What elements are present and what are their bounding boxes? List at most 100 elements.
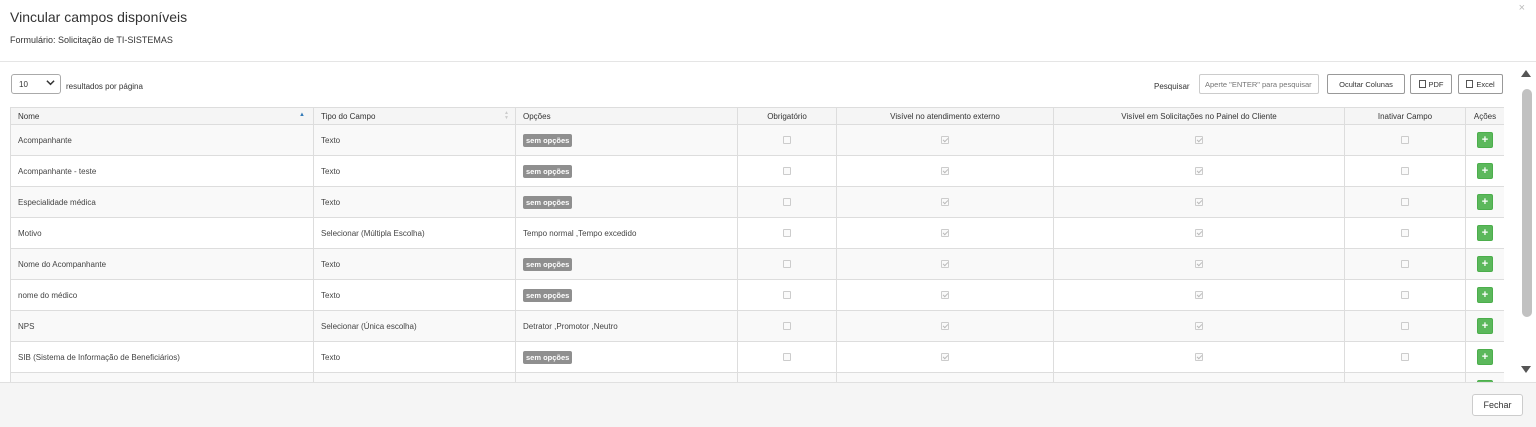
client-panel-visible-checkbox [1195,260,1203,269]
client-panel-visible-checkbox [1195,136,1203,145]
cell-tipo-campo: Texto [313,155,516,187]
modal-title: Vincular campos disponíveis [10,9,188,25]
cell-tipo-campo: Texto [313,248,516,280]
external-visible-checkbox [941,198,949,207]
cell-deactivate-checkbox [1344,217,1466,249]
add-field-button[interactable]: + [1477,256,1493,272]
column-header-label: Visível em Solicitações no Painel do Cli… [1121,111,1277,121]
cell-acoes: + [1465,124,1504,156]
cell-nome: Acompanhante [10,124,314,156]
cell-deactivate-checkbox [1344,186,1466,218]
column-header-obrigatorio: Obrigatório [737,107,837,125]
cell-acoes: + [1465,341,1504,373]
cell-external-visible-checkbox [836,217,1054,249]
table-row: NPS Selecionar (Única escolha) Detrator ,P… [10,310,1504,342]
add-field-button[interactable]: + [1477,225,1493,241]
required-checkbox [783,198,791,207]
column-header-label: Opções [523,111,551,121]
cell-opcoes: sem opções [515,186,738,218]
close-icon[interactable]: × [1519,2,1525,14]
required-checkbox [783,136,791,145]
cell-acoes: + [1465,248,1504,280]
cell-deactivate-checkbox [1344,248,1466,280]
cell-acoes: + [1465,217,1504,249]
required-checkbox [783,291,791,300]
options-text: Detrator ,Promotor ,Neutro [523,321,618,331]
column-header-label: Tipo do Campo [321,111,376,121]
table-row: nome do médico Texto sem opções + [10,279,1504,311]
client-panel-visible-checkbox [1195,198,1203,207]
cell-opcoes: sem opções [515,124,738,156]
required-checkbox [783,229,791,238]
search-input[interactable] [1199,74,1319,94]
export-excel-button[interactable]: Excel [1458,74,1503,94]
cell-external-visible-checkbox [836,124,1054,156]
scroll-down-arrow-icon[interactable] [1521,366,1531,373]
cell-required-checkbox [737,279,837,311]
deactivate-checkbox [1401,291,1409,300]
export-pdf-button[interactable]: PDF [1410,74,1452,94]
client-panel-visible-checkbox [1195,322,1203,331]
column-header-acoes: Ações [1465,107,1504,125]
cell-client-panel-visible-checkbox [1053,217,1345,249]
add-field-button[interactable]: + [1477,132,1493,148]
table-row: Acompanhante Texto sem opções + [10,124,1504,156]
page-length-label: resultados por página [66,82,143,91]
cell-client-panel-visible-checkbox [1053,124,1345,156]
cell-nome: Nome do Acompanhante [10,248,314,280]
add-field-button[interactable]: + [1477,318,1493,334]
cell-external-visible-checkbox [836,279,1054,311]
column-header-nome[interactable]: Nome ▲ [10,107,314,125]
cell-external-visible-checkbox [836,341,1054,373]
cell-tipo-campo: Texto [313,124,516,156]
external-visible-checkbox [941,322,949,331]
cell-required-checkbox [737,310,837,342]
cell-external-visible-checkbox [836,155,1054,187]
cell-opcoes: sem opções [515,341,738,373]
modal-footer: Fechar [0,382,1536,427]
hide-columns-button[interactable]: Ocultar Colunas [1327,74,1405,94]
chevron-down-icon [46,80,55,86]
add-field-button[interactable]: + [1477,194,1493,210]
external-visible-checkbox [941,167,949,176]
no-options-badge: sem opções [523,133,573,147]
pdf-label: PDF [1428,79,1444,89]
cell-required-checkbox [737,124,837,156]
add-field-button[interactable]: + [1477,349,1493,365]
cell-nome: SIB (Sistema de Informação de Beneficiár… [10,341,314,373]
table-row: Motivo Selecionar (Múltipla Escolha) Tempo… [10,217,1504,249]
cell-tipo-campo: Selecionar (Única escolha) [313,310,516,342]
column-header-label: Visível no atendimento externo [890,111,1000,121]
cell-external-visible-checkbox [836,186,1054,218]
external-visible-checkbox [941,260,949,269]
column-header-opcoes: Opções [515,107,738,125]
cell-required-checkbox [737,341,837,373]
cell-deactivate-checkbox [1344,155,1466,187]
client-panel-visible-checkbox [1195,229,1203,238]
cell-required-checkbox [737,248,837,280]
cell-tipo-campo: Texto [313,341,516,373]
cell-client-panel-visible-checkbox [1053,248,1345,280]
page-length-select[interactable]: 10 [11,74,61,94]
cell-required-checkbox [737,155,837,187]
cell-acoes: + [1465,279,1504,311]
scroll-up-arrow-icon[interactable] [1521,70,1531,77]
excel-file-icon [1466,80,1474,88]
cell-tipo-campo: Texto [313,279,516,311]
column-header-visivel-externo: Visível no atendimento externo [836,107,1054,125]
add-field-button[interactable]: + [1477,287,1493,303]
close-button[interactable]: Fechar [1472,394,1523,416]
scrollbar-thumb[interactable] [1522,89,1532,317]
add-field-button[interactable]: + [1477,163,1493,179]
table-body: Acompanhante Texto sem opções + Acompanhante… [10,124,1504,383]
column-header-tipo[interactable]: Tipo do Campo ▲ ▼ [313,107,516,125]
options-text: Tempo normal ,Tempo excedido [523,228,637,238]
client-panel-visible-checkbox [1195,167,1203,176]
hide-columns-label: Ocultar Colunas [1339,79,1393,89]
page-length-value: 10 [19,80,28,89]
cell-required-checkbox [737,217,837,249]
cell-opcoes: sem opções [515,279,738,311]
column-header-label: Nome [18,111,40,121]
required-checkbox [783,322,791,331]
cell-external-visible-checkbox [836,248,1054,280]
